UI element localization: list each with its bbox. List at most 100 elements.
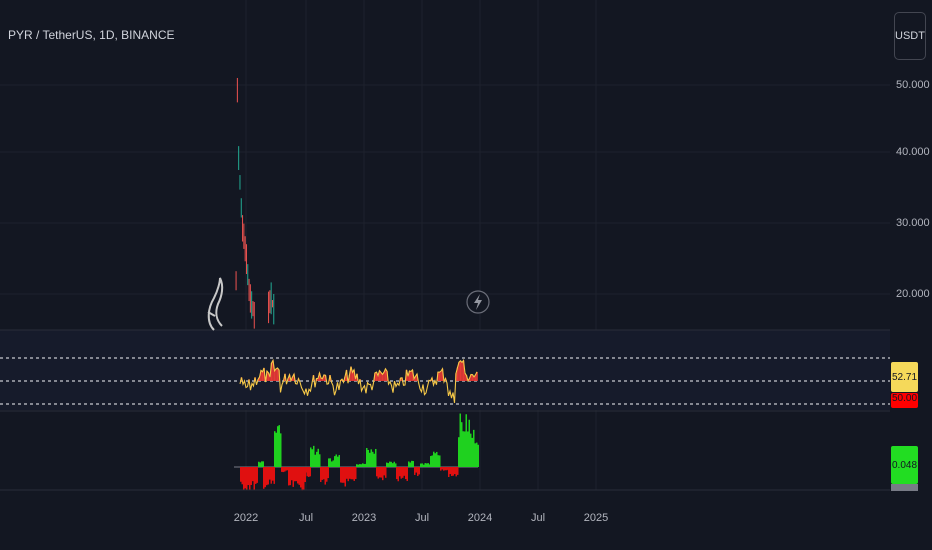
histogram-bar <box>311 449 313 467</box>
histogram-bar <box>240 467 242 482</box>
time-tick: 2025 <box>583 512 609 524</box>
histogram-bar <box>444 467 446 471</box>
histogram-bar <box>241 467 243 485</box>
histogram-bar <box>338 455 340 467</box>
histogram-bar <box>471 437 473 467</box>
histogram-bar <box>467 431 469 467</box>
histogram-bar <box>284 467 286 472</box>
histogram-bar <box>321 467 323 480</box>
time-tick: Jul <box>530 512 546 524</box>
price-tick: 30.000 <box>896 217 930 229</box>
histogram-bar <box>372 451 374 467</box>
time-tick: 2024 <box>467 512 493 524</box>
histogram-bar <box>335 454 337 467</box>
histogram-bar <box>328 458 330 467</box>
histogram-bar <box>421 463 423 467</box>
histogram-bar <box>437 455 439 467</box>
histogram-bar <box>393 461 395 467</box>
histogram-bar <box>406 467 408 482</box>
histogram-bar <box>346 467 348 479</box>
histogram-bar <box>278 425 280 467</box>
histogram-bar <box>282 467 284 473</box>
histogram-bar <box>305 467 307 473</box>
histogram-bar <box>397 467 399 482</box>
histogram-bar <box>415 467 417 473</box>
histogram-bar <box>392 463 394 467</box>
lightning-icon[interactable] <box>466 290 490 314</box>
histogram-bar <box>255 467 257 484</box>
histogram-bar <box>376 467 378 477</box>
histogram-bar <box>369 452 371 467</box>
histogram-bar <box>277 426 279 467</box>
price-tick: 50.000 <box>896 79 930 91</box>
histogram-bar <box>355 467 357 480</box>
time-tick: 2023 <box>351 512 377 524</box>
histogram-bar <box>399 467 401 477</box>
histogram-bar <box>461 422 463 467</box>
histogram-bar <box>329 458 331 467</box>
time-tick: 2022 <box>233 512 259 524</box>
symbol-title[interactable]: PYR / TetherUS, 1D, BINANCE <box>8 28 175 42</box>
histogram-bar <box>309 467 311 477</box>
histogram-bar <box>303 467 305 490</box>
histogram-bar <box>389 461 391 467</box>
histogram-bar <box>400 467 402 479</box>
histogram-bar <box>420 463 422 467</box>
histogram-bar <box>243 467 245 491</box>
histogram-bar <box>352 467 354 480</box>
histogram-bar <box>337 456 339 467</box>
histogram-bar <box>373 453 375 467</box>
histogram-bar <box>451 467 453 477</box>
currency-button[interactable]: USDT <box>894 12 926 60</box>
histogram-bar <box>327 467 329 479</box>
histogram-bar <box>331 461 333 467</box>
histogram-bar <box>417 467 419 477</box>
histogram-bar <box>426 463 428 467</box>
price-tick: 20.000 <box>896 288 930 300</box>
histogram-bar <box>349 467 351 479</box>
histogram-bar <box>253 467 255 490</box>
histogram-bar <box>409 462 411 467</box>
histogram-bar <box>297 467 299 484</box>
histogram-bar <box>443 467 445 471</box>
price-pane <box>235 77 275 329</box>
histogram-bar <box>362 463 364 467</box>
histogram-bar <box>262 461 264 467</box>
histogram-bar <box>383 467 385 476</box>
histogram-bar <box>261 461 263 467</box>
histogram-bar <box>385 467 387 478</box>
histogram-bar <box>275 432 277 467</box>
histogram-bar <box>370 449 372 467</box>
histogram-bar <box>396 467 398 480</box>
histogram-bar <box>382 467 384 481</box>
histogram-bar <box>441 467 443 470</box>
histogram-bar <box>357 464 359 467</box>
histogram-bar <box>436 451 438 467</box>
histogram-bar <box>411 460 413 467</box>
histogram-bar <box>285 467 287 471</box>
chart-canvas[interactable] <box>0 0 932 550</box>
histogram-bar <box>274 431 276 467</box>
histogram-bar <box>320 467 322 483</box>
histogram-value-badge: 0.048 <box>891 446 918 484</box>
rsi-pane-background <box>0 330 890 410</box>
histogram-bar <box>359 464 361 467</box>
histogram-bar <box>263 467 265 489</box>
histogram-bar <box>300 467 302 488</box>
histogram-bar <box>440 467 442 471</box>
histogram-bar <box>418 467 420 475</box>
histogram-bar <box>405 467 407 480</box>
histogram-bar <box>424 463 426 467</box>
histogram-bar <box>414 467 416 475</box>
histogram-bar <box>292 467 294 487</box>
histogram-bar <box>454 467 456 475</box>
histogram-bar <box>402 467 404 478</box>
histogram-bar <box>324 467 326 485</box>
histogram-bar <box>273 467 275 484</box>
histogram-bar <box>298 467 300 485</box>
price-tick: 40.000 <box>896 146 930 158</box>
histogram-bar <box>458 437 460 467</box>
histogram-bar <box>353 467 355 481</box>
histogram-bar <box>446 467 448 471</box>
histogram-bar <box>281 467 283 472</box>
